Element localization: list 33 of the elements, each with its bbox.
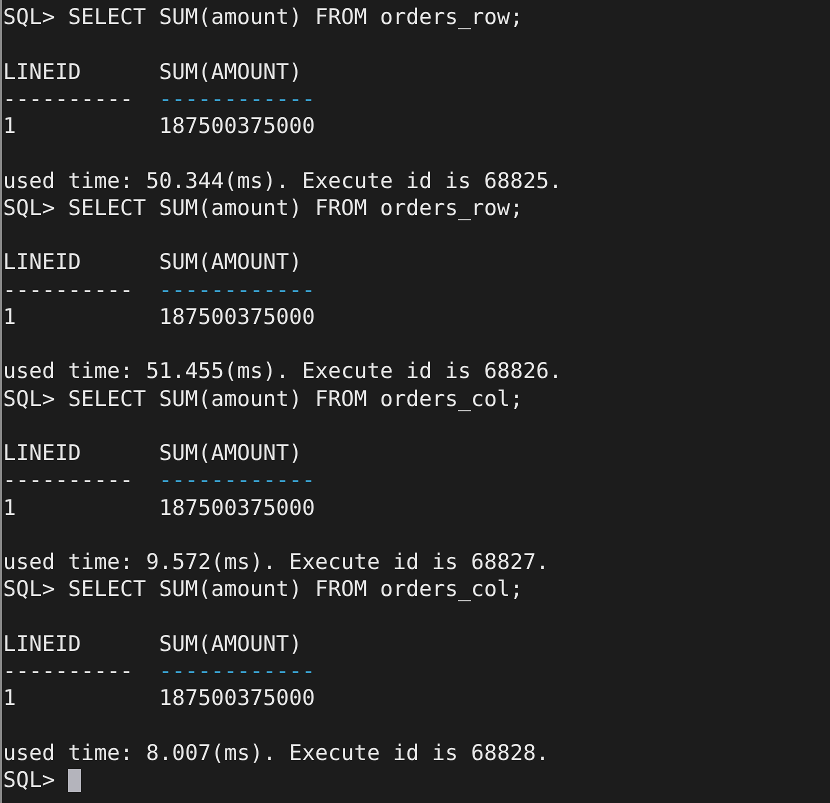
status-message: used time: 9.572(ms). Execute id is 68827.	[3, 549, 550, 576]
column-underline: ------------	[159, 276, 316, 304]
sql-command: SQL> SELECT SUM(amount) FROM orders_row;	[3, 194, 524, 222]
table-cell: 187500375000	[159, 494, 316, 522]
status-message: used time: 50.344(ms). Execute id is 68825.	[3, 168, 562, 195]
column-underline: ----------	[3, 86, 134, 113]
table-cell: 187500375000	[159, 113, 316, 140]
column-header: LINEID	[3, 249, 82, 276]
column-header: SUM(AMOUNT)	[159, 58, 302, 86]
column-header: SUM(AMOUNT)	[159, 249, 302, 276]
column-underline: ----------	[3, 467, 134, 494]
table-cell: 187500375000	[159, 685, 316, 712]
column-underline: ------------	[159, 86, 316, 113]
table-cell-text: 1	[3, 685, 18, 712]
sql-command: SQL> SELECT SUM(amount) FROM orders_col;	[3, 576, 524, 604]
column-underline: ----------	[3, 658, 134, 686]
column-underline: ------------	[159, 658, 316, 686]
status-message: used time: 8.007(ms). Execute id is 68828.	[3, 740, 550, 767]
column-underline: ------------	[159, 467, 316, 494]
sql-command: SQL> SELECT SUM(amount) FROM orders_row;	[3, 4, 524, 32]
status-message: used time: 51.455(ms). Execute id is 68826.	[3, 358, 562, 386]
column-header: LINEID	[3, 58, 82, 86]
column-header: SUM(AMOUNT)	[159, 630, 302, 658]
column-header: LINEID	[3, 630, 82, 658]
sql-prompt: SQL>	[3, 767, 56, 794]
table-cell-text: 1	[3, 113, 18, 140]
table-cell-text: 1	[3, 494, 18, 522]
table-cell: 187500375000	[159, 304, 316, 331]
column-header: LINEID	[3, 440, 82, 468]
column-underline: ----------	[3, 276, 134, 304]
table-cell-text: 1	[3, 304, 18, 331]
column-header: SUM(AMOUNT)	[159, 440, 302, 468]
sql-command: SQL> SELECT SUM(amount) FROM orders_col;	[3, 386, 524, 413]
